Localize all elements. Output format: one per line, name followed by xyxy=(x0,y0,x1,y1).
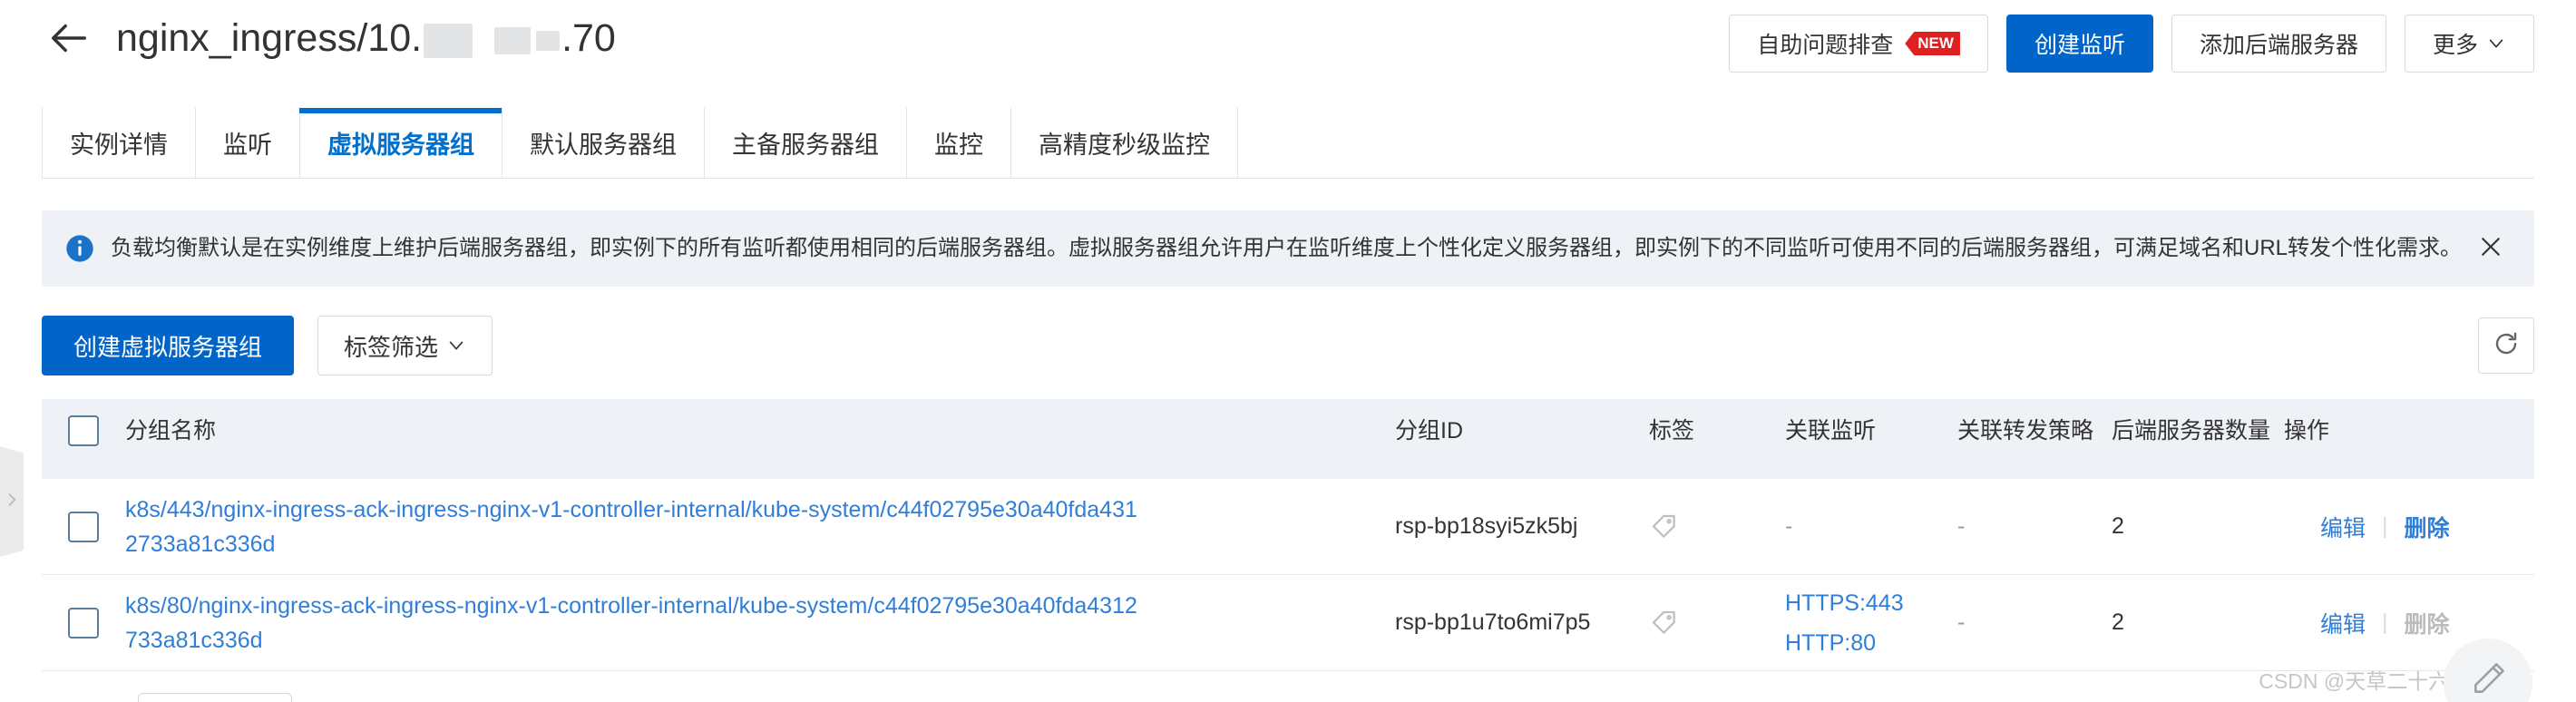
create-listener-button[interactable]: 创建监听 xyxy=(2005,15,2153,73)
column-header-listener: 关联监听 xyxy=(1785,418,1877,444)
cell-operations: 编辑 | 删除 xyxy=(2320,511,2534,543)
tag-icon[interactable] xyxy=(1649,512,1680,542)
group-name-link[interactable]: k8s/443/nginx-ingress-ack-ingress-nginx-… xyxy=(125,492,1141,561)
refresh-icon xyxy=(2493,330,2520,362)
column-header-forward-rule: 关联转发策略 xyxy=(1957,418,2094,444)
sidebar-expand-handle[interactable] xyxy=(0,446,24,557)
column-header-tag: 标签 xyxy=(1649,418,1695,444)
tag-filter-label: 标签筛选 xyxy=(344,333,439,361)
cell-operations: 编辑 | 删除 xyxy=(2320,607,2534,639)
row-checkbox[interactable] xyxy=(68,607,99,639)
edit-link[interactable]: 编辑 xyxy=(2320,607,2366,639)
close-icon xyxy=(2477,233,2504,265)
delete-link[interactable]: 删除 xyxy=(2405,511,2450,543)
watermark-text: CSDN @天草二十六_简杯人 xyxy=(2259,669,2523,693)
table-row: k8s/443/nginx-ingress-ack-ingress-nginx-… xyxy=(42,479,2534,575)
more-label: 更多 xyxy=(2432,33,2478,58)
cell-listeners: HTTPS:443 HTTP:80 xyxy=(1785,586,1957,660)
tab-bar: 实例详情 监听 虚拟服务器组 默认服务器组 主备服务器组 监控 高精度秒级监控 xyxy=(42,107,2534,179)
row-select-cell xyxy=(42,511,125,542)
banner-close-button[interactable] xyxy=(2473,230,2509,267)
cell-forward-rule: - xyxy=(1957,513,1966,539)
cell-tag xyxy=(1649,512,1785,542)
cell-listeners: - xyxy=(1785,513,1957,540)
delete-link: 删除 xyxy=(2404,611,2450,638)
operation-separator: | xyxy=(2382,609,2388,635)
table-header-row: 分组名称 分组ID 标签 关联监听 关联转发策略 后端服务器数量 操作 xyxy=(42,399,2534,479)
cell-group-name: k8s/80/nginx-ingress-ack-ingress-nginx-v… xyxy=(125,589,1395,658)
tab-label: 主备服务器组 xyxy=(732,132,879,159)
cell-backend-count: 2 xyxy=(2112,513,2124,539)
tab-listeners[interactable]: 监听 xyxy=(195,107,299,178)
cell-group-id: rsp-bp1u7to6mi7p5 xyxy=(1395,609,1591,635)
cell-group-name: k8s/443/nginx-ingress-ack-ingress-nginx-… xyxy=(125,492,1395,561)
new-badge: NEW xyxy=(1905,32,1960,55)
tab-bar-spacer xyxy=(1237,107,2534,178)
tab-instance-details[interactable]: 实例详情 xyxy=(42,107,195,178)
tab-default-server-group[interactable]: 默认服务器组 xyxy=(502,107,704,178)
more-button[interactable]: 更多 xyxy=(2404,15,2534,73)
chevron-down-icon xyxy=(2486,34,2506,54)
page-title-prefix: nginx_ingress/10. xyxy=(116,16,423,60)
page-title: nginx_ingress/10. .70 xyxy=(116,7,616,69)
tab-label: 高精度秒级监控 xyxy=(1039,132,1210,159)
cell-forward-rule: - xyxy=(1957,609,1966,635)
add-backend-server-button[interactable]: 添加后端服务器 xyxy=(2171,15,2386,73)
info-icon xyxy=(65,234,94,263)
page-header: nginx_ingress/10. .70 自助问题排查 NEW 创建监听 添加后… xyxy=(0,0,2576,98)
cell-group-id: rsp-bp18syi5zk5bj xyxy=(1395,513,1578,539)
tab-label: 虚拟服务器组 xyxy=(327,132,474,159)
tab-monitoring[interactable]: 监控 xyxy=(906,107,1010,178)
info-banner-text: 负载均衡默认是在实例维度上维护后端服务器组，即实例下的所有监听都使用相同的后端服… xyxy=(111,236,2458,260)
header-actions: 自助问题排查 NEW 创建监听 添加后端服务器 更多 xyxy=(1729,15,2534,73)
listener-value: - xyxy=(1785,513,1793,539)
select-all-checkbox[interactable] xyxy=(68,415,99,446)
redacted-ip-block-2 xyxy=(494,26,532,54)
column-header-group-id: 分组ID xyxy=(1395,418,1464,444)
add-backend-server-label: 添加后端服务器 xyxy=(2199,33,2358,58)
self-service-troubleshoot-button[interactable]: 自助问题排查 NEW xyxy=(1729,15,1988,73)
chevron-down-icon xyxy=(446,336,466,356)
cell-tag xyxy=(1649,608,1785,639)
group-name-link[interactable]: k8s/80/nginx-ingress-ack-ingress-nginx-v… xyxy=(125,589,1141,658)
page-root: nginx_ingress/10. .70 自助问题排查 NEW 创建监听 添加后… xyxy=(0,0,2576,702)
self-service-troubleshoot-label: 自助问题排查 xyxy=(1757,33,1894,58)
tab-label: 默认服务器组 xyxy=(530,132,677,159)
tab-label: 实例详情 xyxy=(70,132,168,159)
redacted-ip-block-1 xyxy=(424,23,473,58)
page-title-suffix: .70 xyxy=(561,16,616,60)
tag-icon[interactable] xyxy=(1649,608,1680,639)
tab-primary-standby-server-group[interactable]: 主备服务器组 xyxy=(704,107,906,178)
arrow-left-icon xyxy=(48,17,90,63)
tab-virtual-server-groups[interactable]: 虚拟服务器组 xyxy=(299,107,503,178)
virtual-server-group-table: 分组名称 分组ID 标签 关联监听 关联转发策略 后端服务器数量 操作 k8s/… xyxy=(42,399,2534,671)
column-header-operations: 操作 xyxy=(2284,418,2330,444)
listener-link[interactable]: HTTP:80 xyxy=(1785,626,1957,660)
table-row: k8s/80/nginx-ingress-ack-ingress-nginx-v… xyxy=(42,575,2534,671)
back-button[interactable] xyxy=(44,15,94,65)
tag-filter-button[interactable]: 标签筛选 xyxy=(317,316,493,375)
redacted-ip-block-3 xyxy=(536,30,561,51)
create-listener-label: 创建监听 xyxy=(2034,33,2125,58)
listener-link[interactable]: HTTPS:443 xyxy=(1785,586,1957,620)
tab-label: 监控 xyxy=(934,132,983,159)
column-header-backend-count: 后端服务器数量 xyxy=(2112,418,2271,444)
table-action-bar: 创建虚拟服务器组 标签筛选 xyxy=(42,316,2534,375)
row-select-cell xyxy=(42,607,125,639)
operation-separator: | xyxy=(2382,513,2388,539)
chevron-right-icon xyxy=(3,491,21,513)
create-virtual-server-group-label: 创建虚拟服务器组 xyxy=(73,333,263,361)
refresh-button[interactable] xyxy=(2478,317,2534,374)
row-checkbox[interactable] xyxy=(68,511,99,542)
edit-link[interactable]: 编辑 xyxy=(2320,511,2366,543)
bottom-partial-button[interactable] xyxy=(138,693,292,702)
info-banner: 负载均衡默认是在实例维度上维护后端服务器组，即实例下的所有监听都使用相同的后端服… xyxy=(42,210,2534,287)
select-all-cell xyxy=(42,415,125,446)
create-virtual-server-group-button[interactable]: 创建虚拟服务器组 xyxy=(42,316,295,375)
column-header-group-name: 分组名称 xyxy=(125,418,217,444)
tab-high-precision-second-monitoring[interactable]: 高精度秒级监控 xyxy=(1010,107,1237,178)
tab-label: 监听 xyxy=(223,132,272,159)
cell-backend-count: 2 xyxy=(2112,609,2124,635)
